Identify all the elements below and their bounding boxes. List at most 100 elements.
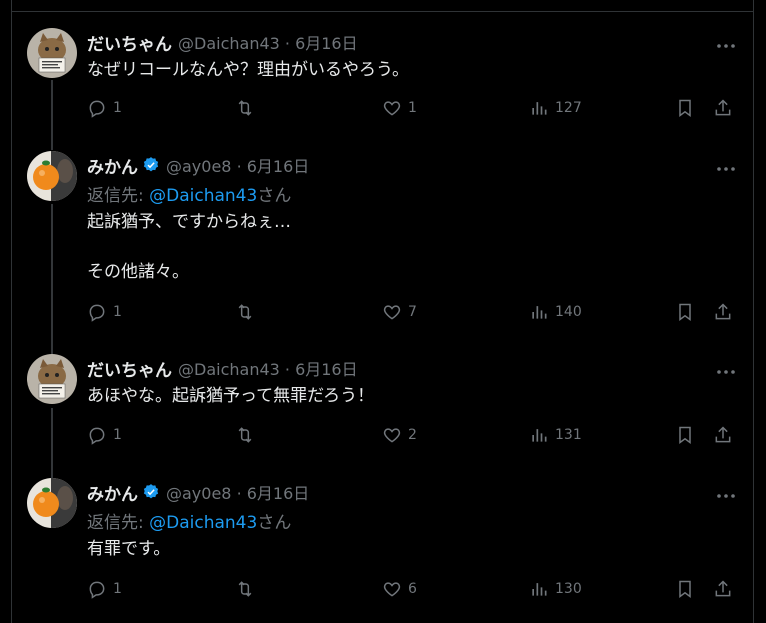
reply-prefix: 返信先: [87, 186, 150, 206]
action-bar: 1 1 127 [87, 98, 737, 120]
tweet[interactable]: だいちゃん @Daichan43 · 6月16日 あほやな。起訴猶予って無罪だろ… [11, 354, 754, 454]
bookmark-button[interactable] [675, 302, 695, 322]
reply-mention-link[interactable]: @Daichan43 [149, 186, 257, 206]
share-button[interactable] [713, 98, 733, 118]
reply-button[interactable]: 1 [87, 425, 122, 445]
share-button[interactable] [713, 425, 733, 445]
bookmark-button[interactable] [675, 579, 695, 599]
tweet-header: みかん @ay0e8 · 6月16日 [87, 480, 309, 505]
tweet[interactable]: だいちゃん @Daichan43 · 6月16日 なぜリコールなんや？理由がいる… [11, 28, 754, 128]
reply-suffix: さん [257, 186, 292, 206]
handle-date[interactable]: @ay0e8 · 6月16日 [166, 153, 309, 177]
reply-count: 1 [113, 581, 122, 597]
tweet-header: みかん @ay0e8 · 6月16日 [87, 153, 309, 178]
reply-count: 1 [113, 100, 122, 116]
reply-suffix: さん [257, 513, 292, 533]
like-button[interactable]: 2 [382, 425, 417, 445]
share-icon [715, 580, 731, 597]
display-name[interactable]: みかん [87, 480, 138, 505]
bookmark-icon [679, 99, 691, 117]
share-icon [715, 99, 731, 116]
bookmark-button[interactable] [675, 98, 695, 118]
tweet[interactable]: みかん @ay0e8 · 6月16日 返信先: @Daichan43さん 有罪で… [11, 478, 754, 618]
verified-badge-icon [143, 157, 159, 172]
retweet-button[interactable] [235, 302, 261, 322]
retweet-icon [238, 427, 252, 443]
tweet-text: なぜリコールなんや？理由がいるやろう。 [87, 60, 409, 80]
reply-count: 1 [113, 427, 122, 443]
action-bar: 1 2 131 [87, 425, 737, 447]
handle-date[interactable]: @Daichan43 · 6月16日 [178, 356, 358, 380]
tweet-text: 起訴猶予、ですからねぇ… その他諸々。 [87, 212, 291, 282]
views-count: 130 [555, 581, 582, 597]
more-icon[interactable] [716, 34, 736, 53]
views-button[interactable]: 140 [529, 302, 582, 322]
views-icon [532, 102, 547, 115]
views-icon [532, 429, 547, 442]
retweet-button[interactable] [235, 425, 261, 445]
retweet-icon [238, 304, 252, 320]
more-icon[interactable] [716, 157, 736, 176]
like-count: 2 [408, 427, 417, 443]
views-icon [532, 583, 547, 596]
heart-icon [383, 428, 401, 443]
bookmark-button[interactable] [675, 425, 695, 445]
retweet-icon [238, 581, 252, 597]
tweet-text: 有罪です。 [87, 539, 171, 559]
retweet-button[interactable] [235, 579, 261, 599]
share-button[interactable] [713, 302, 733, 322]
reply-button[interactable]: 1 [87, 98, 122, 118]
like-count: 1 [408, 100, 417, 116]
tweet-text: あほやな。起訴猶予って無罪だろう！ [87, 386, 375, 406]
retweet-button[interactable] [235, 98, 261, 118]
handle-date[interactable]: @Daichan43 · 6月16日 [178, 30, 358, 54]
views-button[interactable]: 127 [529, 98, 582, 118]
more-icon[interactable] [716, 484, 736, 503]
views-button[interactable]: 131 [529, 425, 582, 445]
avatar[interactable] [27, 354, 77, 404]
display-name[interactable]: だいちゃん [87, 356, 172, 381]
reply-button[interactable]: 1 [87, 302, 122, 322]
heart-icon [383, 101, 401, 116]
share-icon [715, 303, 731, 320]
reply-icon [89, 304, 105, 322]
display-name[interactable]: みかん [87, 153, 138, 178]
views-count: 131 [555, 427, 582, 443]
reply-to-line: 返信先: @Daichan43さん [87, 181, 291, 206]
views-count: 127 [555, 100, 582, 116]
like-count: 6 [408, 581, 417, 597]
reply-to-line: 返信先: @Daichan43さん [87, 508, 291, 533]
avatar[interactable] [27, 151, 77, 201]
avatar[interactable] [27, 478, 77, 528]
tweet-header: だいちゃん @Daichan43 · 6月16日 [87, 30, 358, 55]
verified-badge-icon [143, 484, 159, 499]
handle-date[interactable]: @ay0e8 · 6月16日 [166, 480, 309, 504]
avatar[interactable] [27, 28, 77, 78]
like-count: 7 [408, 304, 417, 320]
reply-mention-link[interactable]: @Daichan43 [149, 513, 257, 533]
like-button[interactable]: 6 [382, 579, 417, 599]
retweet-icon [238, 100, 252, 116]
reply-icon [89, 427, 105, 445]
bookmark-icon [679, 426, 691, 444]
reply-count: 1 [113, 304, 122, 320]
like-button[interactable]: 7 [382, 302, 417, 322]
reply-button[interactable]: 1 [87, 579, 122, 599]
reply-icon [89, 581, 105, 599]
action-bar: 1 7 140 [87, 302, 737, 324]
action-bar: 1 6 130 [87, 579, 737, 601]
views-icon [532, 306, 547, 319]
like-button[interactable]: 1 [382, 98, 417, 118]
reply-prefix: 返信先: [87, 513, 150, 533]
tweet[interactable]: みかん @ay0e8 · 6月16日 返信先: @Daichan43さん 起訴猶… [11, 151, 754, 331]
share-button[interactable] [713, 579, 733, 599]
more-icon[interactable] [716, 360, 736, 379]
divider [11, 11, 754, 12]
bookmark-icon [679, 303, 691, 321]
share-icon [715, 426, 731, 443]
tweet-header: だいちゃん @Daichan43 · 6月16日 [87, 356, 358, 381]
views-button[interactable]: 130 [529, 579, 582, 599]
heart-icon [383, 582, 401, 597]
reply-icon [89, 100, 105, 118]
display-name[interactable]: だいちゃん [87, 30, 172, 55]
